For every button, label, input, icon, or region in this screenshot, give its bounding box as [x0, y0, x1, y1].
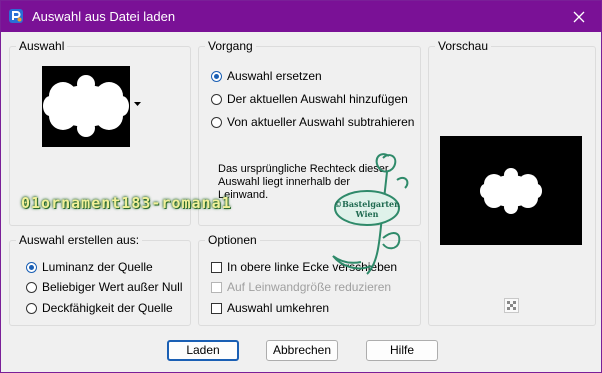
radio-label: Auswahl ersetzen — [227, 69, 322, 83]
checkbox[interactable] — [211, 261, 222, 273]
radio-auswahl-hinzufuegen[interactable]: Der aktuellen Auswahl hinzufügen — [211, 92, 408, 106]
check-auswahl-umkehren[interactable]: Auswahl umkehren — [211, 301, 329, 315]
radio-label: Luminanz der Quelle — [42, 260, 153, 274]
optionen-group-label: Optionen — [205, 233, 260, 247]
radio-auswahl-ersetzen[interactable]: Auswahl ersetzen — [211, 69, 322, 83]
radio-indicator[interactable] — [26, 261, 37, 273]
vorgang-group-label: Vorgang — [205, 39, 256, 53]
checkerboard-icon — [507, 301, 516, 310]
bastelgarten-logo-icon: ©Bastelgarten Wien — [332, 153, 409, 275]
radio-indicator[interactable] — [211, 93, 222, 105]
ornament-preview-icon — [480, 168, 542, 214]
radio-indicator[interactable] — [211, 116, 222, 128]
radio-indicator[interactable] — [26, 281, 37, 293]
logo-text-line-1: ©Bastelgarten — [334, 199, 400, 209]
radio-deckfaehigkeit[interactable]: Deckfähigkeit der Quelle — [26, 301, 173, 315]
radio-label: Deckfähigkeit der Quelle — [42, 301, 173, 315]
selection-thumbnail[interactable] — [42, 66, 130, 147]
preview-image — [440, 136, 582, 245]
radio-label: Von aktueller Auswahl subtrahieren — [227, 115, 415, 129]
radio-label: Beliebiger Wert außer Null — [42, 280, 183, 294]
close-button[interactable] — [557, 1, 601, 32]
dropdown-arrow-icon[interactable] — [134, 102, 141, 107]
checkbox-label: Auswahl umkehren — [227, 301, 330, 315]
help-button[interactable]: Hilfe — [366, 340, 438, 361]
checkbox — [211, 281, 222, 293]
erstellen-group-label: Auswahl erstellen aus: — [16, 233, 143, 247]
transparency-toggle-button[interactable] — [504, 298, 519, 313]
watermark-text: 01ornament183-romana1 — [21, 194, 232, 212]
app-icon — [9, 9, 23, 23]
checkbox[interactable] — [211, 302, 222, 314]
radio-luminanz[interactable]: Luminanz der Quelle — [26, 260, 153, 274]
vorschau-group-label: Vorschau — [435, 39, 492, 53]
auswahl-group-label: Auswahl — [16, 39, 68, 53]
radio-label: Der aktuellen Auswahl hinzufügen — [227, 92, 408, 106]
radio-indicator[interactable] — [211, 70, 222, 82]
load-button[interactable]: Laden — [167, 340, 239, 361]
dialog-window: Auswahl aus Datei laden Auswahl Vorgang … — [0, 0, 602, 373]
cancel-button[interactable]: Abbrechen — [266, 340, 338, 361]
radio-beliebiger-wert[interactable]: Beliebiger Wert außer Null — [26, 280, 183, 294]
window-title: Auswahl aus Datei laden — [32, 9, 176, 24]
radio-indicator[interactable] — [26, 302, 37, 314]
title-bar[interactable]: Auswahl aus Datei laden — [1, 1, 601, 32]
logo-text-line-2: Wien — [355, 209, 379, 219]
close-icon — [573, 11, 585, 22]
radio-auswahl-subtrahieren[interactable]: Von aktueller Auswahl subtrahieren — [211, 115, 414, 129]
ornament-shape-icon — [43, 75, 129, 137]
